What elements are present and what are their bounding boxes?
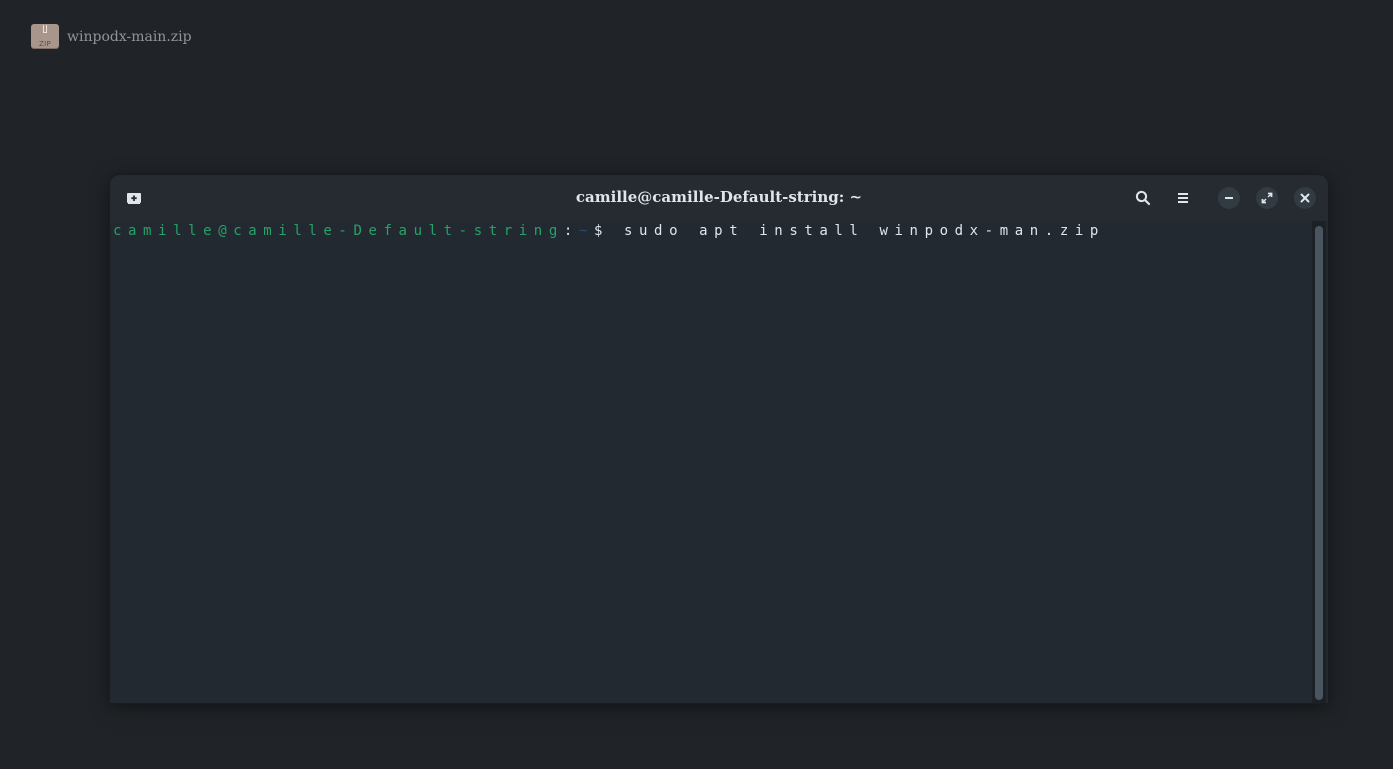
hamburger-menu-icon [1178, 193, 1188, 203]
command-line: camille@camille-Default-string:~$ sudo a… [113, 223, 1105, 239]
desktop: ZIP winpodx-main.zip camille@camille-Def… [0, 0, 1393, 769]
desktop-icon-zip-file[interactable]: ZIP winpodx-main.zip [31, 24, 192, 49]
search-icon [1135, 190, 1151, 206]
search-button[interactable] [1132, 187, 1154, 209]
close-button[interactable] [1294, 187, 1316, 209]
maximize-button[interactable] [1256, 187, 1278, 209]
close-icon [1300, 193, 1310, 203]
scrollbar-thumb[interactable] [1315, 226, 1323, 700]
typed-command: sudo apt install winpodx-man.zip [608, 223, 1105, 239]
prompt-symbol: $ [593, 223, 609, 239]
prompt-user-host: camille@camille-Default-string [113, 223, 564, 239]
prompt-separator: : [563, 223, 579, 239]
menu-button[interactable] [1172, 187, 1194, 209]
terminal-titlebar[interactable]: camille@camille-Default-string: ~ [110, 175, 1328, 221]
minimize-button[interactable] [1218, 187, 1240, 209]
desktop-icon-label: winpodx-main.zip [67, 28, 192, 45]
terminal-content[interactable]: camille@camille-Default-string:~$ sudo a… [110, 221, 1328, 703]
terminal-window: camille@camille-Default-string: ~ camill… [109, 174, 1329, 704]
zip-badge: ZIP [39, 40, 51, 48]
maximize-icon [1261, 192, 1273, 204]
prompt-path: ~ [578, 223, 594, 239]
zip-archive-icon: ZIP [31, 24, 59, 49]
minimize-icon [1225, 197, 1233, 199]
